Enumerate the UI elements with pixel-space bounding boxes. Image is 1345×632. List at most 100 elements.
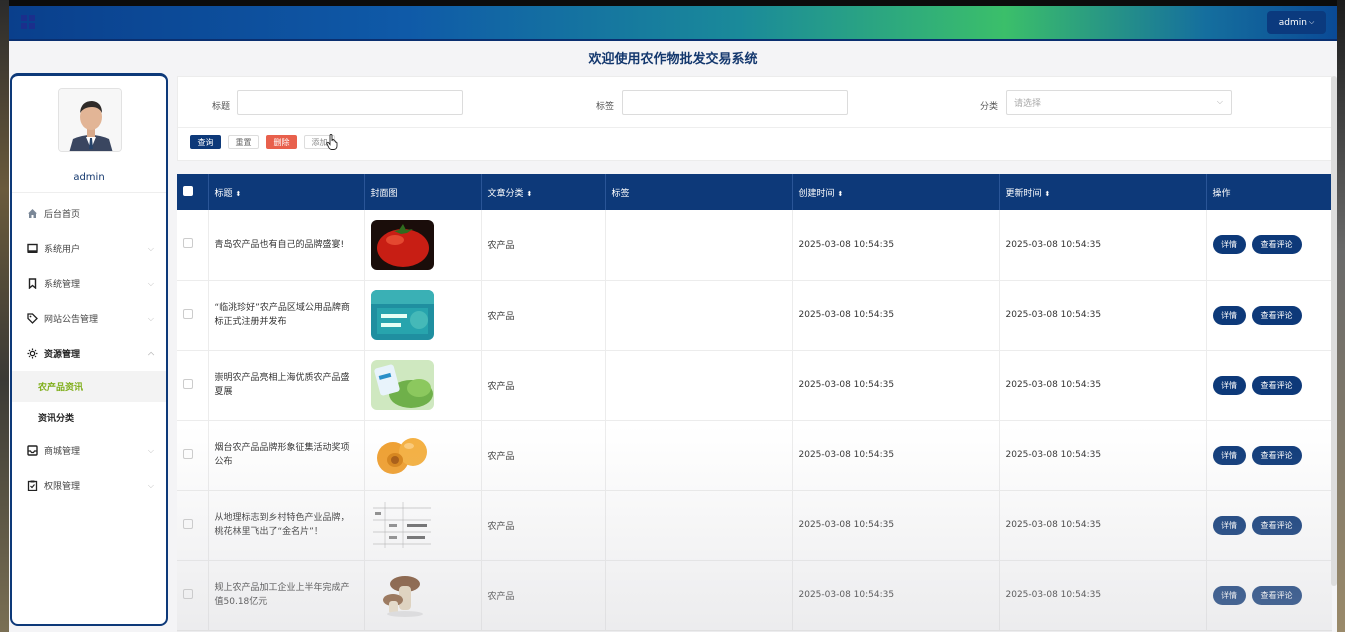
top-navbar: admin ⌵ bbox=[9, 6, 1337, 41]
title-cell: 崇明农产品亮相上海优质农产品盛夏展 bbox=[208, 350, 365, 421]
updated-time-cell: 2025-03-08 10:54:35 bbox=[999, 420, 1207, 491]
table-row: 崇明农产品亮相上海优质农产品盛夏展 农产品 2025-03-08 10:54:35 2… bbox=[177, 350, 1332, 421]
detail-button[interactable]: 详情 bbox=[1212, 515, 1246, 535]
chevron-down-icon: ⌵ bbox=[147, 244, 154, 253]
chevron-down-icon: ⌵ bbox=[1308, 18, 1315, 26]
avatar-image bbox=[59, 89, 121, 151]
header-category[interactable]: 文章分类 ⬍ bbox=[481, 174, 606, 210]
detail-button[interactable]: 详情 bbox=[1212, 375, 1246, 395]
created-time-cell: 2025-03-08 10:54:35 bbox=[792, 490, 1000, 561]
row-checkbox[interactable] bbox=[183, 448, 193, 459]
chevron-down-icon: ⌵ bbox=[147, 314, 154, 323]
view-comments-button[interactable]: 查看评论 bbox=[1251, 235, 1302, 255]
detail-button[interactable]: 详情 bbox=[1212, 235, 1246, 255]
row-checkbox[interactable] bbox=[183, 378, 193, 389]
title-cell: 从地理标志到乡村特色产业品牌，桃花林里飞出了“金名片”！ bbox=[208, 490, 365, 561]
sidebar: admin 后台首页 系统用户 ⌵ 系统管理 ⌵ 网站公告管理 ⌵ 资源管理 ⌵… bbox=[10, 73, 168, 626]
tag-filter-input[interactable] bbox=[622, 90, 848, 115]
updated-time-cell: 2025-03-08 10:54:35 bbox=[999, 280, 1207, 351]
monitor-icon bbox=[26, 243, 38, 255]
view-comments-button[interactable]: 查看评论 bbox=[1251, 305, 1302, 325]
updated-time-cell: 2025-03-08 10:54:35 bbox=[999, 490, 1207, 561]
header-tag-label: 标签 bbox=[611, 188, 630, 199]
sidebar-item-system-management[interactable]: 系统管理 ⌵ bbox=[12, 266, 166, 301]
header-actions: 操作 bbox=[1206, 174, 1332, 210]
table-row: 烟台农产品品牌形象征集活动奖项公布 农产品 2025-03-08 10:54:35 2… bbox=[177, 420, 1332, 491]
sidebar-subitem-product-news[interactable]: 农产品资讯 bbox=[12, 371, 166, 402]
cover-cell bbox=[364, 420, 482, 491]
header-created[interactable]: 创建时间 ⬍ bbox=[792, 174, 1000, 210]
home-icon bbox=[26, 208, 38, 220]
cover-image[interactable] bbox=[370, 219, 434, 270]
table-row: “临洮珍好”农产品区域公用品牌商标正式注册并发布 农产品 2025-03-08 10… bbox=[177, 280, 1332, 351]
sidebar-item-resources[interactable]: 资源管理 ⌵ bbox=[12, 336, 166, 371]
created-time-cell: 2025-03-08 10:54:35 bbox=[792, 350, 1000, 421]
row-checkbox[interactable] bbox=[183, 238, 193, 249]
tag-cell bbox=[605, 350, 793, 421]
row-select-cell bbox=[177, 490, 209, 561]
sidebar-item-system-users[interactable]: 系统用户 ⌵ bbox=[12, 231, 166, 266]
cover-image[interactable] bbox=[370, 290, 434, 340]
chevron-down-icon: ⌵ bbox=[147, 446, 154, 455]
cover-image[interactable] bbox=[370, 570, 434, 620]
sidebar-item-announcements[interactable]: 网站公告管理 ⌵ bbox=[12, 301, 166, 336]
detail-button[interactable]: 详情 bbox=[1212, 585, 1246, 605]
page-scrollbar[interactable] bbox=[1331, 76, 1337, 586]
category-select[interactable]: 请选择 ⌵ bbox=[1006, 90, 1232, 115]
row-checkbox[interactable] bbox=[183, 518, 193, 529]
title-filter-input[interactable] bbox=[237, 90, 463, 115]
sidebar-subitem-news-category[interactable]: 资讯分类 bbox=[12, 402, 166, 433]
cover-image[interactable] bbox=[370, 360, 434, 410]
row-select-cell bbox=[177, 420, 209, 491]
header-updated[interactable]: 更新时间 ⬍ bbox=[999, 174, 1207, 210]
sidebar-menu: 后台首页 系统用户 ⌵ 系统管理 ⌵ 网站公告管理 ⌵ 资源管理 ⌵ 农产品资讯… bbox=[12, 196, 166, 503]
title-cell: “临洮珍好”农产品区域公用品牌商标正式注册并发布 bbox=[208, 280, 365, 351]
tag-icon bbox=[26, 313, 38, 325]
sidebar-subitem-label: 资讯分类 bbox=[38, 414, 75, 424]
view-comments-button[interactable]: 查看评论 bbox=[1251, 585, 1302, 605]
table-row: 规上农产品加工企业上半年完成产值50.18亿元 农产品 2025-03-08 10:… bbox=[177, 560, 1332, 631]
sidebar-item-permissions[interactable]: 权限管理 ⌵ bbox=[12, 468, 166, 503]
reset-button[interactable]: 重置 bbox=[228, 135, 259, 149]
page-title: 欢迎使用农作物批发交易系统 bbox=[588, 52, 758, 67]
apps-grid-icon[interactable] bbox=[21, 15, 35, 29]
query-button[interactable]: 查询 bbox=[190, 135, 221, 149]
cover-image[interactable] bbox=[370, 500, 434, 550]
sidebar-item-home[interactable]: 后台首页 bbox=[12, 196, 166, 231]
delete-button[interactable]: 删除 bbox=[266, 135, 297, 149]
view-comments-button[interactable]: 查看评论 bbox=[1251, 375, 1302, 395]
user-dropdown-button[interactable]: admin ⌵ bbox=[1267, 11, 1326, 34]
detail-button[interactable]: 详情 bbox=[1212, 445, 1246, 465]
app-window: admin ⌵ 欢迎使用农作物批发交易系统 admin 后台首页 系统用户 ⌵ … bbox=[9, 6, 1337, 632]
cover-image[interactable] bbox=[370, 430, 434, 480]
row-checkbox[interactable] bbox=[183, 588, 193, 599]
created-time-cell: 2025-03-08 10:54:35 bbox=[792, 560, 1000, 631]
view-comments-button[interactable]: 查看评论 bbox=[1251, 445, 1302, 465]
view-comments-button[interactable]: 查看评论 bbox=[1251, 515, 1302, 535]
row-checkbox[interactable] bbox=[183, 308, 193, 319]
tag-cell bbox=[605, 420, 793, 491]
created-time-cell: 2025-03-08 10:54:35 bbox=[792, 280, 1000, 351]
cover-cell bbox=[364, 560, 482, 631]
title-cell: 规上农产品加工企业上半年完成产值50.18亿元 bbox=[208, 560, 365, 631]
row-select-cell bbox=[177, 210, 209, 281]
avatar[interactable] bbox=[58, 88, 122, 152]
header-tag: 标签 bbox=[605, 174, 793, 210]
tag-cell bbox=[605, 490, 793, 561]
select-all-checkbox[interactable] bbox=[183, 185, 193, 196]
sidebar-item-label: 系统用户 bbox=[44, 245, 81, 255]
sidebar-item-mall[interactable]: 商城管理 ⌵ bbox=[12, 433, 166, 468]
search-panel: 标题 标签 分类 请选择 ⌵ 查询 重置 删除 添加 bbox=[177, 76, 1333, 161]
actions-cell: 详情 查看评论 bbox=[1206, 210, 1332, 281]
sidebar-item-label: 后台首页 bbox=[44, 210, 81, 220]
detail-button[interactable]: 详情 bbox=[1212, 305, 1246, 325]
desktop-edge-left bbox=[0, 0, 9, 632]
table-row: 青岛农产品也有自己的品牌盛宴! 农产品 2025-03-08 10:54:35 202… bbox=[177, 210, 1332, 281]
header-updated-label: 更新时间 bbox=[1005, 188, 1042, 199]
tag-cell bbox=[605, 210, 793, 281]
actions-cell: 详情 查看评论 bbox=[1206, 560, 1332, 631]
header-title[interactable]: 标题 ⬍ bbox=[208, 174, 365, 210]
sort-icon: ⬍ bbox=[235, 189, 242, 198]
category-cell: 农产品 bbox=[481, 490, 606, 561]
category-cell: 农产品 bbox=[481, 420, 606, 491]
